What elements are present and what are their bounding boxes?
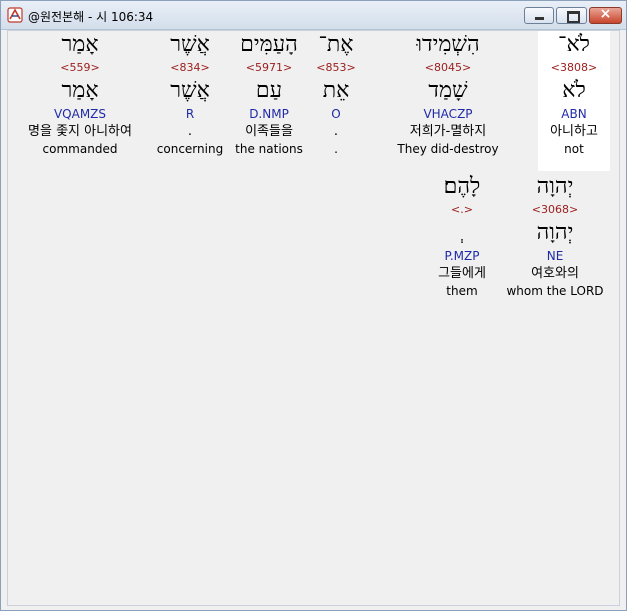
word-column[interactable]: אֲשֶׁר <834> אֲשֶׁר R . concerning <box>154 31 226 157</box>
strong-number[interactable]: <8045> <box>392 59 504 77</box>
english-gloss: commanded <box>42 142 118 156</box>
hebrew-word: אָמַר <box>61 32 99 57</box>
strong-number[interactable]: <834> <box>154 59 226 77</box>
lemma: שָׁמַד <box>428 78 468 103</box>
korean-gloss: 여호와의 <box>531 266 579 281</box>
lemma: אֲשֶׁר <box>170 78 210 103</box>
morph-code[interactable]: NE <box>502 247 608 265</box>
strong-number[interactable]: <5971> <box>230 59 308 77</box>
strong-number[interactable]: <853> <box>308 59 364 77</box>
app-icon <box>7 7 23 23</box>
korean-gloss: 그들에게 <box>438 266 486 281</box>
interlinear-panel: לֹא־ <3808> לֹא ABN 아니하고 not הִשְׁמִידוּ… <box>7 30 620 606</box>
morph-code[interactable]: P.MZP <box>426 247 498 265</box>
morph-code[interactable]: ABN <box>538 105 610 123</box>
korean-gloss: 아니하고 <box>550 124 598 139</box>
morph-code[interactable]: R <box>154 105 226 123</box>
lemma: עַם <box>255 78 283 103</box>
lemma: אֵת <box>322 78 350 103</box>
morph-code[interactable]: D.NMP <box>230 105 308 123</box>
english-gloss: them <box>446 284 478 298</box>
close-button[interactable]: × <box>589 6 622 24</box>
strong-number[interactable]: <3068> <box>502 201 608 219</box>
hebrew-word: אֶת־ <box>318 32 354 57</box>
word-column[interactable]: יְהוָה <3068> יְהוָה NE 여호와의 whom the LO… <box>502 173 608 299</box>
maximize-icon <box>567 11 580 23</box>
word-column[interactable]: הִשְׁמִידוּ <8045> שָׁמַד VHACZP 저희가-멸하지… <box>392 31 504 157</box>
hebrew-word: יְהוָה <box>536 174 574 199</box>
minimize-icon <box>535 17 544 20</box>
english-gloss: They did-destroy <box>397 142 499 156</box>
korean-gloss: 이족들을 <box>245 124 293 139</box>
korean-gloss: 명을 좇지 아니하여 <box>28 124 132 139</box>
hebrew-word: לֹא־ <box>558 32 590 57</box>
window-title: @원전본해 - 시 106:34 <box>28 10 154 24</box>
korean-gloss: . <box>333 124 339 139</box>
word-column[interactable]: לֹא־ <3808> לֹא ABN 아니하고 not <box>538 31 610 171</box>
hebrew-word: הָעַמִּים <box>240 32 298 57</box>
morph-code[interactable]: VHACZP <box>392 105 504 123</box>
english-gloss: . <box>334 142 338 156</box>
word-column[interactable]: לָהֶם׃ <.> ְ P.MZP 그들에게 them <box>426 173 498 299</box>
english-gloss: the nations <box>235 142 303 156</box>
english-gloss: whom the LORD <box>506 284 604 298</box>
hebrew-word: לָהֶם׃ <box>443 174 481 199</box>
strong-number[interactable]: <3808> <box>538 59 610 77</box>
lemma: לֹא <box>562 78 586 103</box>
title-bar[interactable]: @원전본해 - 시 106:34 × <box>1 1 626 30</box>
korean-gloss: . <box>187 124 193 139</box>
hebrew-word: אֲשֶׁר <box>170 32 210 57</box>
maximize-button[interactable] <box>556 7 587 24</box>
hebrew-word: הִשְׁמִידוּ <box>416 32 480 57</box>
word-column[interactable]: אֶת־ <853> אֵת O . . <box>308 31 364 157</box>
strong-number[interactable]: <559> <box>10 59 150 77</box>
korean-gloss: 저희가-멸하지 <box>409 124 487 139</box>
lemma: ְ <box>426 219 498 247</box>
minimize-button[interactable] <box>524 7 554 24</box>
close-icon: × <box>599 6 612 22</box>
word-column[interactable]: הָעַמִּים <5971> עַם D.NMP 이족들을 the nati… <box>230 31 308 157</box>
word-column[interactable]: אָמַר <559> אָמַר VQAMZS 명을 좇지 아니하여 comm… <box>10 31 150 157</box>
morph-code[interactable]: VQAMZS <box>10 105 150 123</box>
app-window: @원전본해 - 시 106:34 × לֹא־ <3808> לֹא ABN 아… <box>0 0 627 611</box>
morph-code[interactable]: O <box>308 105 364 123</box>
lemma: אָמַר <box>61 78 99 103</box>
lemma: יְהוָה <box>536 220 574 245</box>
strong-number[interactable]: <.> <box>426 201 498 219</box>
english-gloss: not <box>564 142 584 156</box>
english-gloss: concerning <box>156 142 224 156</box>
